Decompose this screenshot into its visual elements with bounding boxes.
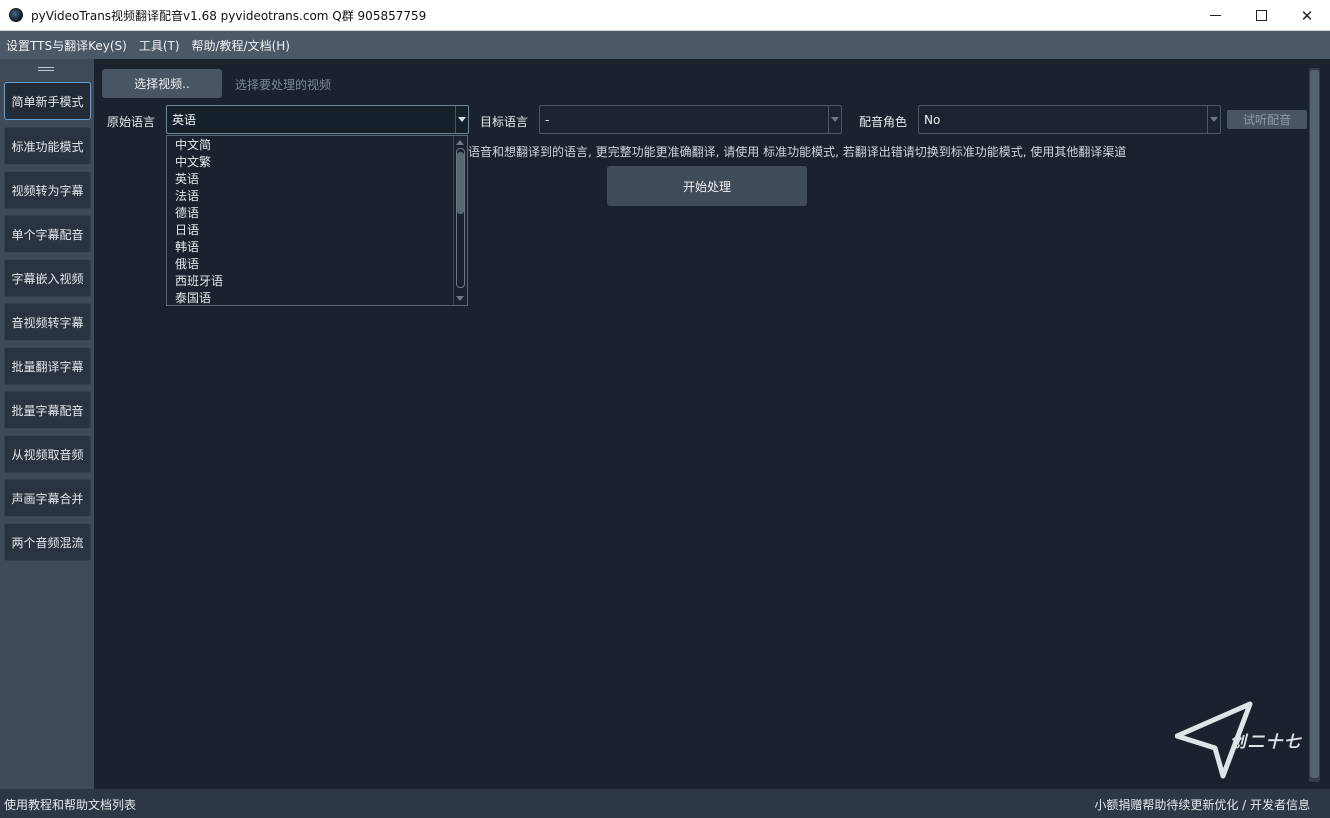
- main-scrollbar[interactable]: [1309, 68, 1320, 782]
- sidebar-drag-handle-icon[interactable]: [38, 67, 54, 71]
- target-language-value: -: [545, 112, 550, 127]
- source-language-select[interactable]: 英语: [166, 105, 469, 134]
- menu-help[interactable]: 帮助/教程/文档(H): [190, 35, 292, 56]
- menu-tools[interactable]: 工具(T): [137, 35, 182, 56]
- sidebar-item-subtitle-dubbing[interactable]: 单个字幕配音: [4, 215, 91, 253]
- close-icon: ✕: [1300, 6, 1314, 25]
- dropdown-option-de[interactable]: 德语: [167, 205, 467, 222]
- choose-video-button[interactable]: 选择视频..: [102, 69, 222, 98]
- status-bar: 使用教程和帮助文档列表 小额捐赠帮助待续更新优化 / 开发者信息: [0, 789, 1330, 818]
- window-title: pyVideoTrans视频翻译配音v1.68 pyvideotrans.com…: [31, 8, 427, 23]
- watermark-logo-text: 创二十七: [1230, 732, 1303, 751]
- main-scroll-thumb[interactable]: [1310, 70, 1319, 778]
- sidebar-item-standard-mode[interactable]: 标准功能模式: [4, 127, 91, 165]
- sidebar-item-av-to-subtitle[interactable]: 音视频转字幕: [4, 303, 91, 341]
- voice-role-label: 配音角色: [859, 115, 908, 129]
- target-language-label: 目标语言: [480, 115, 529, 129]
- sidebar: 简单新手模式 标准功能模式 视频转为字幕 单个字幕配音 字幕嵌入视频 音视频转字…: [0, 59, 94, 789]
- maximize-icon: [1255, 10, 1267, 21]
- source-language-label: 原始语言: [107, 115, 156, 129]
- tutorial-link[interactable]: 使用教程和帮助文档列表: [4, 796, 136, 813]
- dropdown-option-en[interactable]: 英语: [167, 171, 467, 188]
- sidebar-item-batch-dubbing[interactable]: 批量字幕配音: [4, 391, 91, 429]
- close-button[interactable]: ✕: [1284, 0, 1330, 31]
- usage-note: 语音和想翻译到的语言, 更完整功能更准确翻译, 请使用 标准功能模式, 若翻译出…: [468, 145, 1127, 159]
- app-icon: [9, 8, 23, 22]
- start-processing-button[interactable]: 开始处理: [607, 166, 807, 206]
- dropdown-scrollbar[interactable]: [453, 136, 467, 305]
- maximize-button[interactable]: [1238, 0, 1284, 31]
- voice-role-select[interactable]: No: [918, 105, 1221, 134]
- donate-link[interactable]: 小额捐赠帮助待续更新优化 / 开发者信息: [1094, 796, 1310, 813]
- scroll-thumb[interactable]: [457, 152, 464, 214]
- voice-role-value: No: [924, 112, 941, 127]
- target-language-select[interactable]: -: [539, 105, 842, 134]
- minimize-button[interactable]: [1192, 0, 1238, 31]
- title-bar: pyVideoTrans视频翻译配音v1.68 pyvideotrans.com…: [0, 0, 1330, 31]
- window-controls: ✕: [1192, 0, 1330, 31]
- chevron-down-icon[interactable]: [828, 106, 841, 133]
- sidebar-item-batch-translate[interactable]: 批量翻译字幕: [4, 347, 91, 385]
- dropdown-option-th[interactable]: 泰国语: [167, 290, 467, 305]
- dropdown-option-es[interactable]: 西班牙语: [167, 273, 467, 290]
- dropdown-option-ja[interactable]: 日语: [167, 222, 467, 239]
- dropdown-option-fr[interactable]: 法语: [167, 188, 467, 205]
- dropdown-option-ko[interactable]: 韩语: [167, 239, 467, 256]
- minimize-icon: [1209, 15, 1221, 16]
- chevron-down-icon[interactable]: [455, 106, 468, 133]
- sidebar-item-simple-mode[interactable]: 简单新手模式: [4, 82, 91, 120]
- scroll-up-icon[interactable]: [456, 140, 464, 145]
- source-language-value: 英语: [172, 113, 197, 127]
- sidebar-item-mix-audio[interactable]: 两个音频混流: [4, 523, 91, 561]
- sidebar-item-merge-av-subtitle[interactable]: 声画字幕合并: [4, 479, 91, 517]
- sidebar-item-extract-audio[interactable]: 从视频取音频: [4, 435, 91, 473]
- sidebar-item-embed-subtitle[interactable]: 字幕嵌入视频: [4, 259, 91, 297]
- preview-voice-button[interactable]: 试听配音: [1227, 110, 1307, 129]
- chevron-down-icon[interactable]: [1207, 106, 1220, 133]
- dropdown-option-zh-cn[interactable]: 中文简: [167, 137, 467, 154]
- dropdown-option-zh-tw[interactable]: 中文繁: [167, 154, 467, 171]
- choose-video-hint: 选择要处理的视频: [235, 78, 332, 92]
- source-language-dropdown: 中文简 中文繁 英语 法语 德语 日语 韩语 俄语 西班牙语 泰国语: [166, 135, 468, 306]
- menu-bar: 设置TTS与翻译Key(S) 工具(T) 帮助/教程/文档(H): [0, 31, 1330, 59]
- dropdown-option-ru[interactable]: 俄语: [167, 256, 467, 273]
- scroll-down-icon[interactable]: [456, 296, 464, 301]
- menu-settings[interactable]: 设置TTS与翻译Key(S): [4, 35, 129, 56]
- sidebar-item-video-to-subtitle[interactable]: 视频转为字幕: [4, 171, 91, 209]
